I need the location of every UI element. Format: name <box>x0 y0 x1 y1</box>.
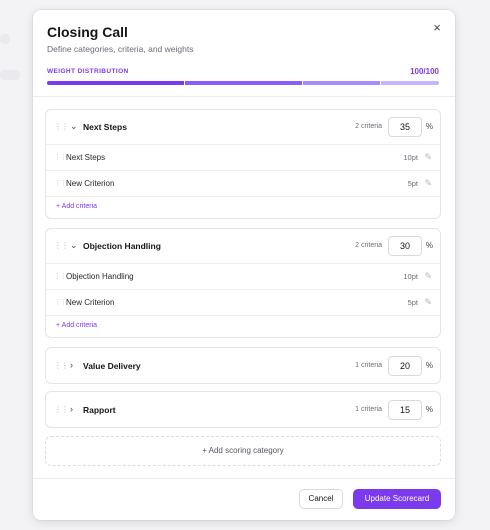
cancel-button[interactable]: Cancel <box>299 489 343 509</box>
add-criteria-row: + Add criteria <box>46 315 440 337</box>
criterion-row: ⋮⋮ New Criterion 5pt ✎ <box>46 289 440 315</box>
weight-segment <box>47 81 185 85</box>
drag-handle-icon[interactable]: ⋮⋮ <box>54 179 67 188</box>
category-weight-input[interactable]: 30 <box>388 236 422 256</box>
scorecard-modal: × Closing Call Define categories, criter… <box>33 10 455 520</box>
modal-title: Closing Call <box>47 24 128 40</box>
category-name: Objection Handling <box>83 241 161 251</box>
drag-handle-icon[interactable]: ⋮⋮ <box>54 241 69 251</box>
category-name: Value Delivery <box>83 361 141 371</box>
percent-sign: % <box>425 405 433 414</box>
chevron-right-icon[interactable]: › <box>70 404 73 414</box>
category-weight-input[interactable]: 35 <box>388 117 422 137</box>
weight-distribution-value: 100/100 <box>410 67 439 76</box>
criterion-row: ⋮⋮ Objection Handling 10pt ✎ <box>46 263 440 289</box>
drag-handle-icon[interactable]: ⋮⋮ <box>54 298 67 307</box>
pencil-icon[interactable]: ✎ <box>424 178 432 189</box>
drag-handle-icon[interactable]: ⋮⋮ <box>54 122 69 132</box>
pencil-icon[interactable]: ✎ <box>424 271 432 282</box>
drag-handle-icon[interactable]: ⋮⋮ <box>54 272 67 281</box>
criteria-count: 2 criteria <box>355 242 382 249</box>
category-card-value-delivery[interactable]: ⋮⋮ › Value Delivery 1 criteria 20 % <box>45 347 441 384</box>
criteria-count: 2 criteria <box>355 123 382 130</box>
weight-distribution-bar <box>47 81 439 85</box>
drag-handle-icon[interactable]: ⋮⋮ <box>54 153 67 162</box>
category-weight-input[interactable]: 15 <box>388 400 422 420</box>
pencil-icon[interactable]: ✎ <box>424 152 432 163</box>
criterion-name: Next Steps <box>66 153 106 162</box>
add-scoring-category-button[interactable]: + Add scoring category <box>45 436 441 466</box>
criteria-count: 1 criteria <box>355 362 382 369</box>
criteria-count: 1 criteria <box>355 406 382 413</box>
drag-handle-icon[interactable]: ⋮⋮ <box>54 361 69 371</box>
categories-list: ⋮⋮ ⌄ Next Steps 2 criteria 35 % ⋮⋮ Next … <box>33 96 455 478</box>
percent-sign: % <box>425 361 433 370</box>
modal-footer: Cancel Update Scorecard <box>33 478 455 520</box>
category-header[interactable]: ⋮⋮ ⌄ Next Steps 2 criteria 35 % <box>46 110 440 144</box>
weight-segment <box>184 81 302 85</box>
percent-sign: % <box>425 122 433 131</box>
category-header[interactable]: ⋮⋮ ⌄ Objection Handling 2 criteria 30 % <box>46 229 440 263</box>
criterion-points: 10pt <box>403 272 418 281</box>
criterion-name: New Criterion <box>66 179 115 188</box>
weight-segment <box>301 81 381 85</box>
category-card-rapport[interactable]: ⋮⋮ › Rapport 1 criteria 15 % <box>45 391 441 428</box>
category-name: Next Steps <box>83 122 127 132</box>
criterion-row: ⋮⋮ Next Steps 10pt ✎ <box>46 144 440 170</box>
category-weight-input[interactable]: 20 <box>388 356 422 376</box>
update-scorecard-button[interactable]: Update Scorecard <box>353 489 441 509</box>
criterion-name: Objection Handling <box>66 272 134 281</box>
pencil-icon[interactable]: ✎ <box>424 297 432 308</box>
weight-distribution-label: WEIGHT DISTRIBUTION <box>47 68 129 75</box>
criterion-points: 5pt <box>407 179 418 188</box>
criterion-points: 10pt <box>403 153 418 162</box>
category-card-next-steps: ⋮⋮ ⌄ Next Steps 2 criteria 35 % ⋮⋮ Next … <box>45 109 441 219</box>
close-icon[interactable]: × <box>429 20 445 36</box>
add-criteria-button[interactable]: + Add criteria <box>56 322 97 329</box>
weight-segment <box>380 81 439 85</box>
chevron-right-icon[interactable]: › <box>70 360 73 370</box>
criterion-points: 5pt <box>407 298 418 307</box>
chevron-down-icon[interactable]: ⌄ <box>70 121 78 132</box>
modal-subtitle: Define categories, criteria, and weights <box>47 44 194 54</box>
drag-handle-icon[interactable]: ⋮⋮ <box>54 405 69 415</box>
chevron-down-icon[interactable]: ⌄ <box>70 240 78 251</box>
category-card-objection-handling: ⋮⋮ ⌄ Objection Handling 2 criteria 30 % … <box>45 228 441 338</box>
add-criteria-row: + Add criteria <box>46 196 440 218</box>
criterion-name: New Criterion <box>66 298 115 307</box>
criterion-row: ⋮⋮ New Criterion 5pt ✎ <box>46 170 440 196</box>
percent-sign: % <box>425 241 433 250</box>
add-criteria-button[interactable]: + Add criteria <box>56 203 97 210</box>
category-name: Rapport <box>83 405 116 415</box>
